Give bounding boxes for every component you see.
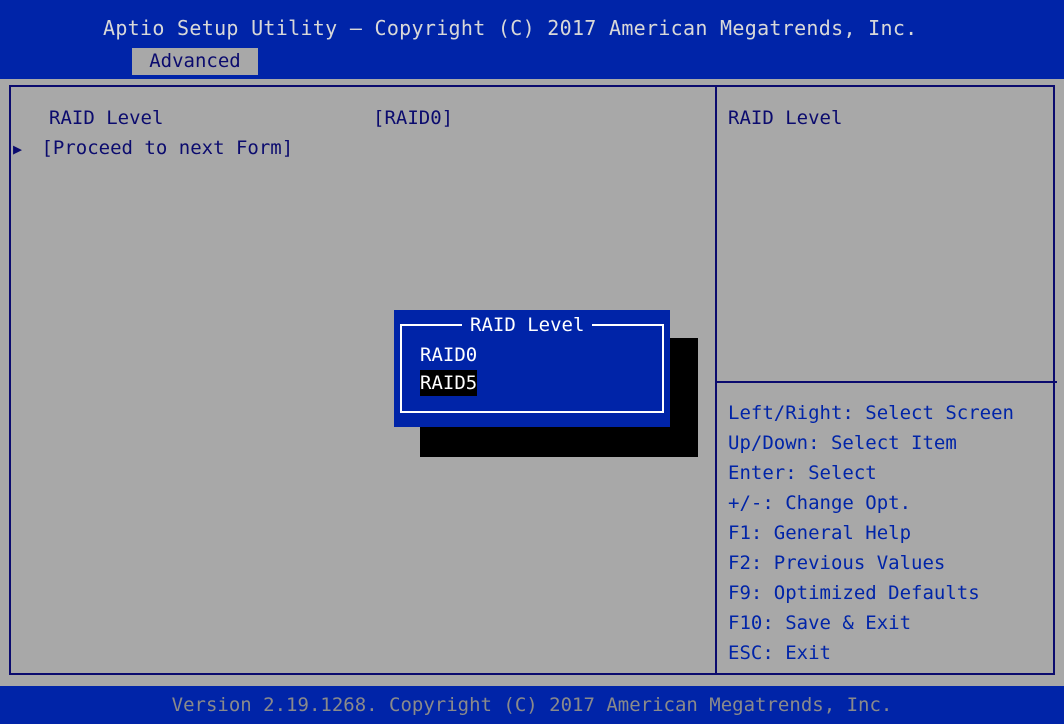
key-help-item: F10: Save & Exit — [728, 612, 912, 634]
help-divider — [717, 381, 1057, 383]
key-help-item: F2: Previous Values — [728, 552, 946, 574]
raid-level-value[interactable]: [RAID0] — [373, 107, 453, 129]
key-help-item: Left/Right: Select Screen — [728, 402, 1014, 424]
proceed-item[interactable]: ▶ [Proceed to next Form] — [13, 137, 293, 159]
option-raid5[interactable]: RAID5 — [420, 370, 478, 396]
submenu-arrow-icon: ▶ — [13, 140, 23, 158]
title-bar: Aptio Setup Utility – Copyright (C) 2017… — [0, 0, 1064, 79]
proceed-label: [Proceed to next Form] — [41, 137, 294, 159]
key-help-item: Enter: Select — [728, 462, 877, 484]
app-title: Aptio Setup Utility – Copyright (C) 2017… — [103, 16, 918, 40]
option-raid0[interactable]: RAID0 — [420, 342, 477, 368]
popup-border — [400, 324, 664, 413]
key-help-list: Left/Right: Select Screen Up/Down: Selec… — [728, 398, 1014, 668]
help-title: RAID Level — [728, 107, 843, 129]
raid-level-label[interactable]: RAID Level — [49, 107, 163, 129]
key-help-item: ESC: Exit — [728, 642, 831, 664]
vertical-divider — [715, 87, 717, 673]
key-help-item: +/-: Change Opt. — [728, 492, 912, 514]
key-help-item: F1: General Help — [728, 522, 912, 544]
key-help-item: Up/Down: Select Item — [728, 432, 957, 454]
version-footer: Version 2.19.1268. Copyright (C) 2017 Am… — [0, 686, 1064, 724]
tab-advanced[interactable]: Advanced — [132, 48, 258, 75]
popup-title: RAID Level — [462, 314, 593, 336]
raid-level-popup: RAID Level RAID0 RAID5 — [394, 310, 670, 427]
key-help-item: F9: Optimized Defaults — [728, 582, 980, 604]
